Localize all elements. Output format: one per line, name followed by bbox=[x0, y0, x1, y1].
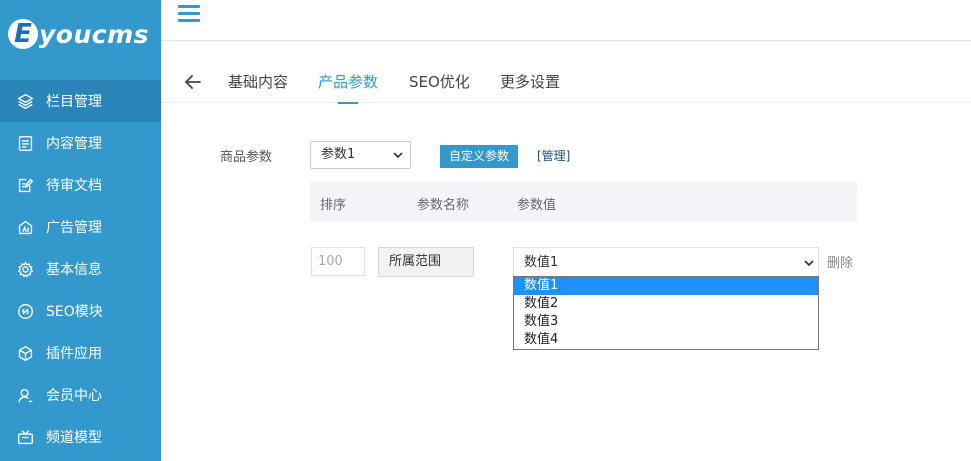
sidebar-item-label: 广告管理 bbox=[46, 220, 102, 236]
param-group-select[interactable]: 参数1 bbox=[310, 141, 411, 169]
sidebar-item-pending-docs[interactable]: 待审文档 bbox=[0, 164, 161, 206]
sidebar-item-ads[interactable]: 广告管理 bbox=[0, 206, 161, 248]
param-group-select-value: 参数1 bbox=[321, 147, 356, 162]
tab-product-params[interactable]: 产品参数 bbox=[318, 71, 378, 103]
sidebar-menu: 栏目管理 内容管理 待审文档 广告管理 基本信息 SEO模块 插件应用 会员中心… bbox=[0, 80, 161, 458]
param-name-field: 所属范围 bbox=[378, 247, 474, 277]
link-icon bbox=[16, 302, 34, 320]
tab-seo[interactable]: SEO优化 bbox=[409, 71, 470, 103]
tab-basic-content[interactable]: 基础内容 bbox=[228, 71, 288, 103]
dropdown-option[interactable]: 数值3 bbox=[514, 313, 818, 331]
sidebar-item-label: 待审文档 bbox=[46, 178, 102, 194]
sidebar-item-content[interactable]: 内容管理 bbox=[0, 122, 161, 164]
sidebar-item-plugins[interactable]: 插件应用 bbox=[0, 332, 161, 374]
delete-link[interactable]: 删除 bbox=[827, 252, 853, 271]
sidebar-item-label: 会员中心 bbox=[46, 388, 102, 404]
cube-icon bbox=[16, 344, 34, 362]
back-arrow-icon[interactable] bbox=[183, 72, 203, 92]
sidebar-item-label: 基本信息 bbox=[46, 262, 102, 278]
tv-icon bbox=[16, 428, 34, 446]
dropdown-option[interactable]: 数值1 bbox=[514, 277, 818, 295]
sidebar-item-basic-info[interactable]: 基本信息 bbox=[0, 248, 161, 290]
logo[interactable]: E youcms bbox=[8, 12, 149, 56]
sidebar-item-seo[interactable]: SEO模块 bbox=[0, 290, 161, 332]
param-table-header: 排序 参数名称 参数值 bbox=[310, 182, 857, 222]
logo-mark: E bbox=[8, 19, 38, 49]
sidebar-item-label: 插件应用 bbox=[46, 346, 102, 362]
ad-icon bbox=[16, 218, 34, 236]
sidebar-item-label: SEO模块 bbox=[46, 304, 103, 320]
sidebar: E youcms 栏目管理 内容管理 待审文档 广告管理 基本信息 SEO模块 … bbox=[0, 0, 161, 461]
manage-link[interactable]: [管理] bbox=[537, 147, 570, 164]
sidebar-item-label: 栏目管理 bbox=[46, 94, 102, 110]
edit-document-icon bbox=[16, 176, 34, 194]
sidebar-item-label: 频道模型 bbox=[46, 430, 102, 446]
goods-param-label: 商品参数 bbox=[220, 150, 273, 165]
user-icon bbox=[16, 386, 34, 404]
logo-text: youcms bbox=[39, 19, 150, 49]
sidebar-item-category[interactable]: 栏目管理 bbox=[0, 80, 161, 122]
dropdown-option[interactable]: 数值4 bbox=[514, 331, 818, 349]
sidebar-item-label: 内容管理 bbox=[46, 136, 102, 152]
chevron-down-icon bbox=[804, 260, 814, 267]
tab-bar: 基础内容 产品参数 SEO优化 更多设置 bbox=[161, 60, 971, 103]
header-param-name: 参数名称 bbox=[417, 198, 470, 213]
param-value-select-value: 数值1 bbox=[524, 255, 559, 270]
header-sort: 排序 bbox=[320, 198, 347, 213]
custom-param-button[interactable]: 自定义参数 bbox=[440, 145, 518, 168]
tab-more-settings[interactable]: 更多设置 bbox=[500, 71, 560, 103]
gear-icon bbox=[16, 260, 34, 278]
document-icon bbox=[16, 134, 34, 152]
header-param-value: 参数值 bbox=[517, 198, 557, 213]
menu-toggle-icon[interactable] bbox=[178, 5, 200, 27]
layers-icon bbox=[16, 92, 34, 110]
sort-input[interactable]: 100 bbox=[311, 247, 365, 276]
dropdown-option[interactable]: 数值2 bbox=[514, 295, 818, 313]
top-bar bbox=[161, 0, 971, 41]
chevron-down-icon bbox=[393, 152, 403, 159]
sidebar-item-channel-model[interactable]: 频道模型 bbox=[0, 416, 161, 458]
sidebar-item-members[interactable]: 会员中心 bbox=[0, 374, 161, 416]
param-value-select[interactable]: 数值1 bbox=[513, 247, 819, 276]
param-value-dropdown: 数值1 数值2 数值3 数值4 bbox=[513, 276, 819, 350]
